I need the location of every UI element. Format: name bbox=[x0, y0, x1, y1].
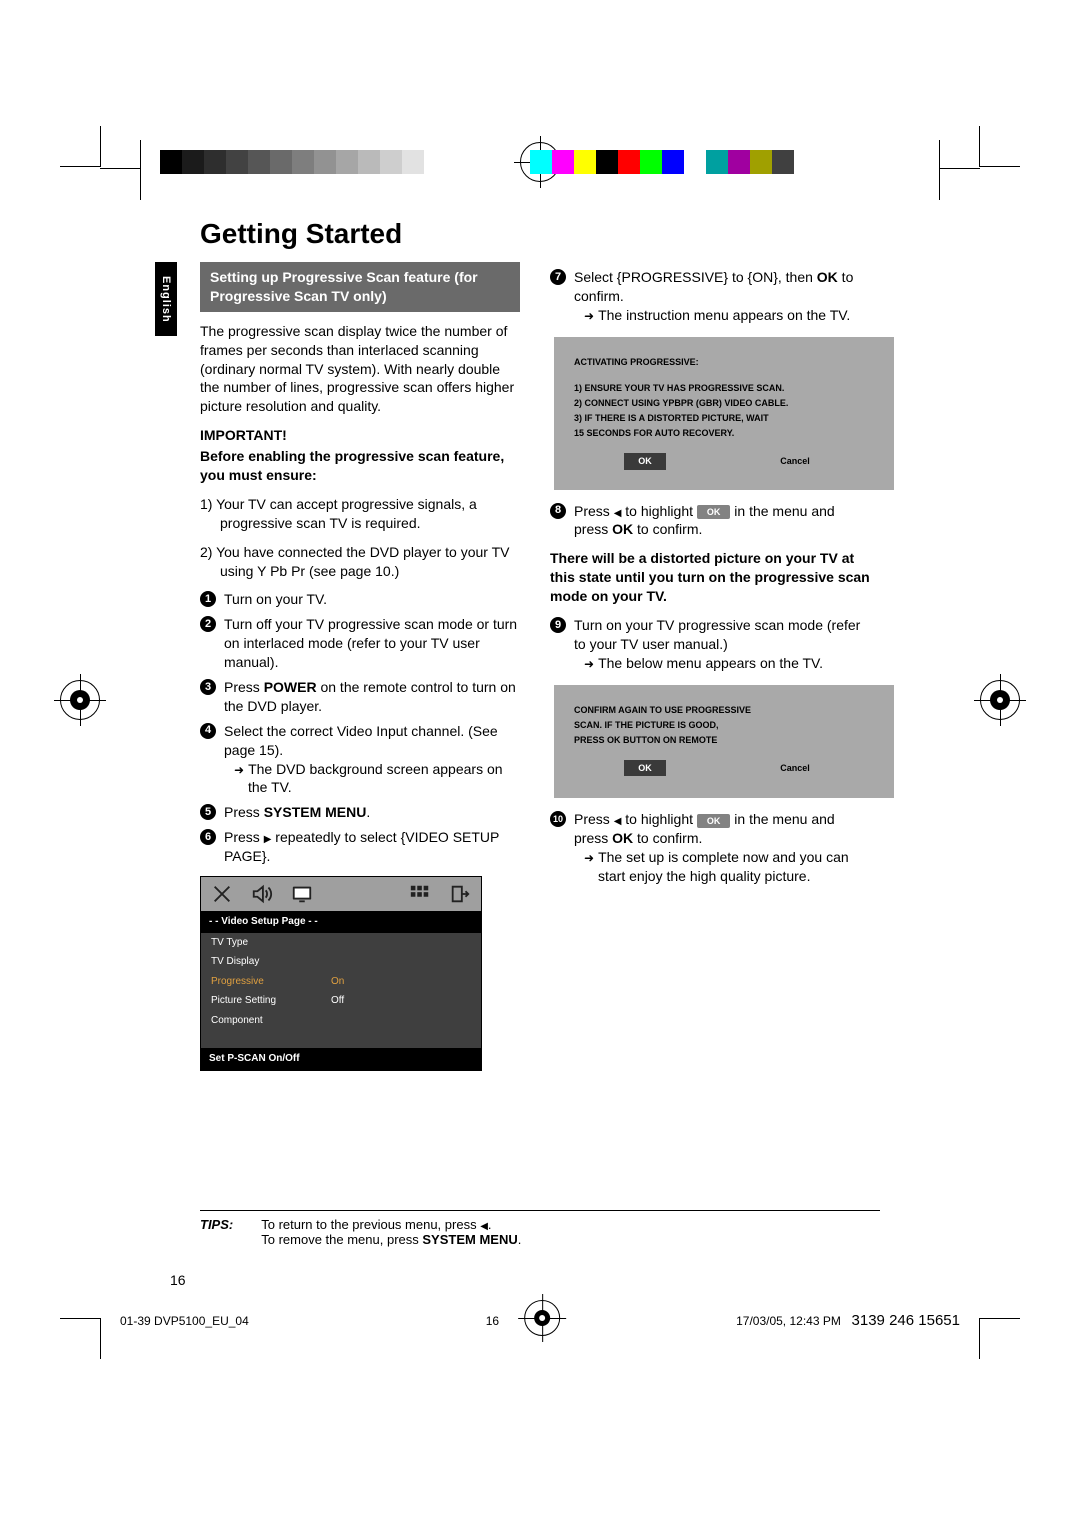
step-10: 10 Press to highlight OK in the menu and… bbox=[550, 810, 870, 886]
exit-icon bbox=[447, 883, 473, 905]
step-5: 5 Press SYSTEM MENU. bbox=[200, 803, 520, 822]
footer-page: 16 bbox=[486, 1314, 499, 1328]
ok-pill-icon: OK bbox=[697, 814, 731, 828]
content-area: Getting Started Setting up Progressive S… bbox=[200, 218, 880, 1071]
grid-icon bbox=[407, 883, 433, 905]
important-label: IMPORTANT! bbox=[200, 426, 520, 445]
crop-mark bbox=[60, 1318, 101, 1359]
intro-paragraph: The progressive scan display twice the n… bbox=[200, 322, 520, 416]
ensure-item-2: 2) You have connected the DVD player to … bbox=[200, 543, 520, 581]
step-badge: 5 bbox=[200, 804, 216, 820]
registration-mark-icon bbox=[980, 680, 1020, 720]
step-3: 3 Press POWER on the remote control to t… bbox=[200, 678, 520, 716]
tools-icon bbox=[209, 883, 235, 905]
step-8: 8 Press to highlight OK in the menu and … bbox=[550, 502, 870, 540]
ok-pill-icon: OK bbox=[697, 505, 731, 519]
osd-menu: - - Video Setup Page - - TV TypeTV Displ… bbox=[200, 876, 482, 1071]
crop-mark bbox=[979, 1318, 1020, 1359]
page: English Getting Started Setting up Progr… bbox=[0, 0, 1080, 1528]
printer-marks bbox=[100, 140, 980, 200]
dialog-ok-button: OK bbox=[624, 453, 666, 469]
ensure-item-1: 1) Your TV can accept progressive signal… bbox=[200, 495, 520, 533]
left-arrow-icon bbox=[480, 1217, 488, 1232]
crop-mark bbox=[979, 126, 1020, 167]
registration-mark-icon bbox=[60, 680, 100, 720]
step-6: 6 Press repeatedly to select {VIDEO SETU… bbox=[200, 828, 520, 866]
step-badge: 3 bbox=[200, 679, 216, 695]
speaker-icon bbox=[249, 883, 275, 905]
result-line: The set up is complete now and you can s… bbox=[574, 848, 870, 886]
monitor-icon bbox=[289, 883, 315, 905]
page-number: 16 bbox=[170, 1272, 186, 1288]
osd-icon-bar bbox=[201, 877, 481, 911]
dialog-ok-button: OK bbox=[624, 760, 666, 776]
result-line: The DVD background screen appears on the… bbox=[224, 760, 520, 798]
step-9: 9 Turn on your TV progressive scan mode … bbox=[550, 616, 870, 673]
step-1: 1 Turn on your TV. bbox=[200, 590, 520, 609]
osd-row: ProgressiveOn bbox=[201, 972, 481, 992]
footer-filename: 01-39 DVP5100_EU_04 bbox=[120, 1314, 249, 1328]
step-badge: 8 bbox=[550, 503, 566, 519]
color-bar bbox=[530, 150, 794, 174]
dialog-cancel-button: Cancel bbox=[766, 760, 824, 776]
step-badge: 9 bbox=[550, 617, 566, 633]
osd-row: Component bbox=[201, 1011, 481, 1031]
osd-footer: Set P-SCAN On/Off bbox=[201, 1048, 481, 1070]
osd-row: TV Type bbox=[201, 933, 481, 953]
osd-row: TV Display bbox=[201, 952, 481, 972]
tips-section: TIPS: To return to the previous menu, pr… bbox=[200, 1210, 880, 1247]
osd-row: Picture SettingOff bbox=[201, 991, 481, 1011]
step-badge: 7 bbox=[550, 269, 566, 285]
crop-mark bbox=[60, 126, 101, 167]
dialog-cancel-button: Cancel bbox=[766, 453, 824, 469]
step-2: 2 Turn off your TV progressive scan mode… bbox=[200, 615, 520, 672]
result-line: The instruction menu appears on the TV. bbox=[574, 306, 870, 325]
left-column: Setting up Progressive Scan feature (for… bbox=[200, 262, 520, 1071]
osd-rows: TV TypeTV DisplayProgressiveOnPicture Se… bbox=[201, 933, 481, 1031]
distorted-warning: There will be a distorted picture on you… bbox=[550, 549, 870, 606]
step-badge: 2 bbox=[200, 616, 216, 632]
page-title: Getting Started bbox=[200, 218, 880, 250]
language-tab: English bbox=[155, 262, 177, 336]
section-header: Setting up Progressive Scan feature (for… bbox=[200, 262, 520, 312]
tips-label: TIPS: bbox=[200, 1217, 233, 1247]
footer-right: 17/03/05, 12:43 PM 3139 246 15651 bbox=[736, 1312, 960, 1329]
step-badge: 4 bbox=[200, 723, 216, 739]
step-4: 4 Select the correct Video Input channel… bbox=[200, 722, 520, 798]
result-line: The below menu appears on the TV. bbox=[574, 654, 870, 673]
footer: 01-39 DVP5100_EU_04 16 17/03/05, 12:43 P… bbox=[120, 1312, 960, 1329]
step-badge: 10 bbox=[550, 811, 566, 827]
step-7: 7 Select {PROGRESSIVE} to {ON}, then OK … bbox=[550, 268, 870, 325]
progressive-dialog-1: ACTIVATING PROGRESSIVE: 1) ENSURE YOUR T… bbox=[554, 337, 894, 490]
grayscale-bar bbox=[160, 150, 446, 174]
step-badge: 6 bbox=[200, 829, 216, 845]
right-column: 7 Select {PROGRESSIVE} to {ON}, then OK … bbox=[550, 262, 870, 1071]
osd-title: - - Video Setup Page - - bbox=[201, 911, 481, 933]
step-badge: 1 bbox=[200, 591, 216, 607]
tips-body: To return to the previous menu, press . … bbox=[261, 1217, 521, 1247]
important-body: Before enabling the progressive scan fea… bbox=[200, 447, 520, 485]
progressive-dialog-2: CONFIRM AGAIN TO USE PROGRESSIVE SCAN. I… bbox=[554, 685, 894, 799]
